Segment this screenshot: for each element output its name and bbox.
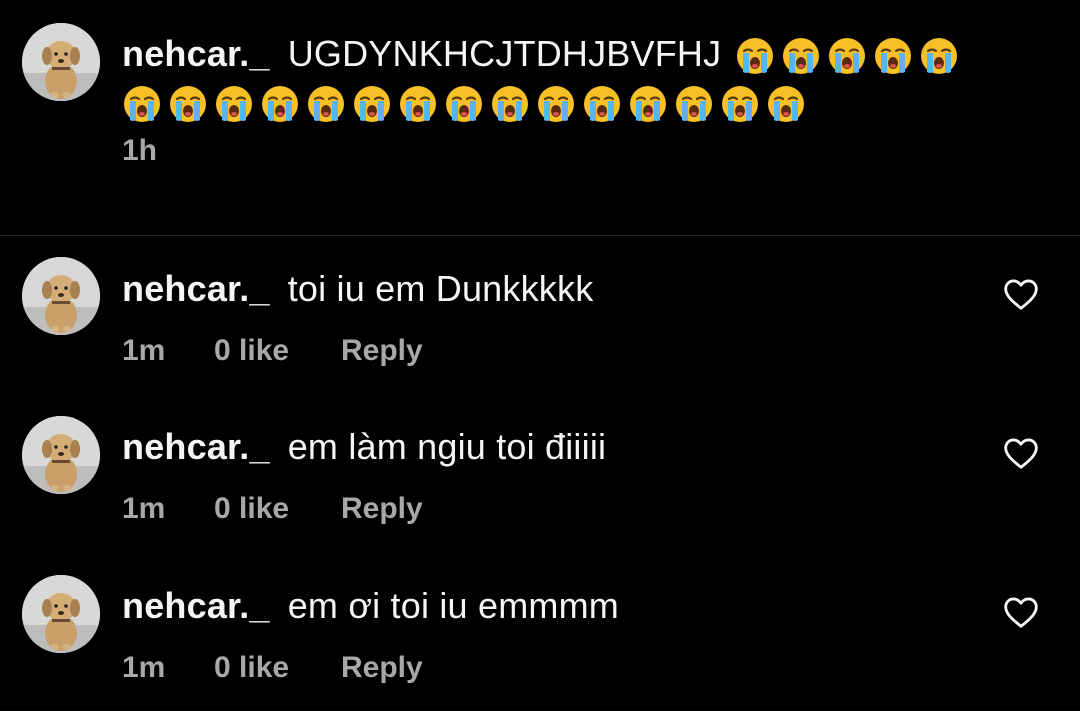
- comment-text: toi iu em Dunkkkkk: [287, 268, 594, 309]
- loudly-crying-face-emoji: [919, 36, 959, 76]
- reply-button[interactable]: Reply: [341, 651, 423, 685]
- caption-text-block: nehcar._ UGDYNKHCJTDHJBVFHJ: [122, 31, 965, 125]
- loudly-crying-face-emoji: [766, 84, 806, 124]
- comment-username[interactable]: nehcar._: [122, 426, 270, 467]
- loudly-crying-face-emoji: [536, 84, 576, 124]
- loudly-crying-face-emoji: [306, 84, 346, 124]
- post-caption: nehcar._ UGDYNKHCJTDHJBVFHJ 1h: [0, 0, 1080, 235]
- loudly-crying-face-emoji: [873, 36, 913, 76]
- loudly-crying-face-emoji: [398, 84, 438, 124]
- heart-outline-icon[interactable]: [1003, 595, 1039, 629]
- avatar[interactable]: [22, 257, 100, 335]
- caption-line-2: [122, 79, 965, 125]
- loudly-crying-face-emoji: [168, 84, 208, 124]
- caption-emoji-row-2: [122, 84, 812, 124]
- comment-like-count[interactable]: 0 like: [214, 651, 341, 685]
- heart-outline-icon[interactable]: [1003, 277, 1039, 311]
- comment-text: em làm ngiu toi điiiii: [287, 426, 607, 467]
- caption-emoji-row-1: [735, 36, 965, 76]
- comment-text-line: nehcar._ em làm ngiu toi điiiii: [122, 424, 606, 470]
- caption-text: UGDYNKHCJTDHJBVFHJ: [287, 33, 722, 74]
- caption-time: 1h: [122, 134, 158, 167]
- reply-button[interactable]: Reply: [341, 334, 423, 368]
- comment-username[interactable]: nehcar._: [122, 268, 270, 309]
- comment-meta: 1m 0 like Reply: [122, 334, 423, 368]
- comment-time: 1m: [122, 651, 166, 684]
- avatar[interactable]: [22, 23, 100, 101]
- comment-username[interactable]: nehcar._: [122, 585, 270, 626]
- loudly-crying-face-emoji: [122, 84, 162, 124]
- loudly-crying-face-emoji: [827, 36, 867, 76]
- loudly-crying-face-emoji: [735, 36, 775, 76]
- loudly-crying-face-emoji: [260, 84, 300, 124]
- comment-meta: 1m 0 like Reply: [122, 492, 423, 526]
- puppy-avatar-image: [22, 575, 100, 653]
- heart-outline-icon[interactable]: [1003, 436, 1039, 470]
- loudly-crying-face-emoji: [352, 84, 392, 124]
- loudly-crying-face-emoji: [674, 84, 714, 124]
- comment-meta: 1m 0 like Reply: [122, 651, 423, 685]
- comment-time: 1m: [122, 492, 166, 525]
- comment-text: em ơi toi iu emmmm: [287, 585, 619, 626]
- loudly-crying-face-emoji: [444, 84, 484, 124]
- caption-username[interactable]: nehcar._: [122, 33, 270, 74]
- puppy-avatar-image: [22, 257, 100, 335]
- comment-like-count[interactable]: 0 like: [214, 334, 341, 368]
- puppy-avatar-image: [22, 23, 100, 101]
- comment-time: 1m: [122, 334, 166, 367]
- avatar[interactable]: [22, 575, 100, 653]
- puppy-avatar-image: [22, 416, 100, 494]
- reply-button[interactable]: Reply: [341, 492, 423, 526]
- avatar[interactable]: [22, 416, 100, 494]
- comment-text-line: nehcar._ em ơi toi iu emmmm: [122, 583, 619, 629]
- loudly-crying-face-emoji: [490, 84, 530, 124]
- loudly-crying-face-emoji: [781, 36, 821, 76]
- caption-divider: [0, 235, 1080, 236]
- loudly-crying-face-emoji: [582, 84, 622, 124]
- comment-like-count[interactable]: 0 like: [214, 492, 341, 526]
- caption-line-1: nehcar._ UGDYNKHCJTDHJBVFHJ: [122, 31, 965, 77]
- comment-text-line: nehcar._ toi iu em Dunkkkkk: [122, 266, 593, 312]
- loudly-crying-face-emoji: [628, 84, 668, 124]
- loudly-crying-face-emoji: [720, 84, 760, 124]
- caption-meta: 1h: [122, 134, 214, 168]
- loudly-crying-face-emoji: [214, 84, 254, 124]
